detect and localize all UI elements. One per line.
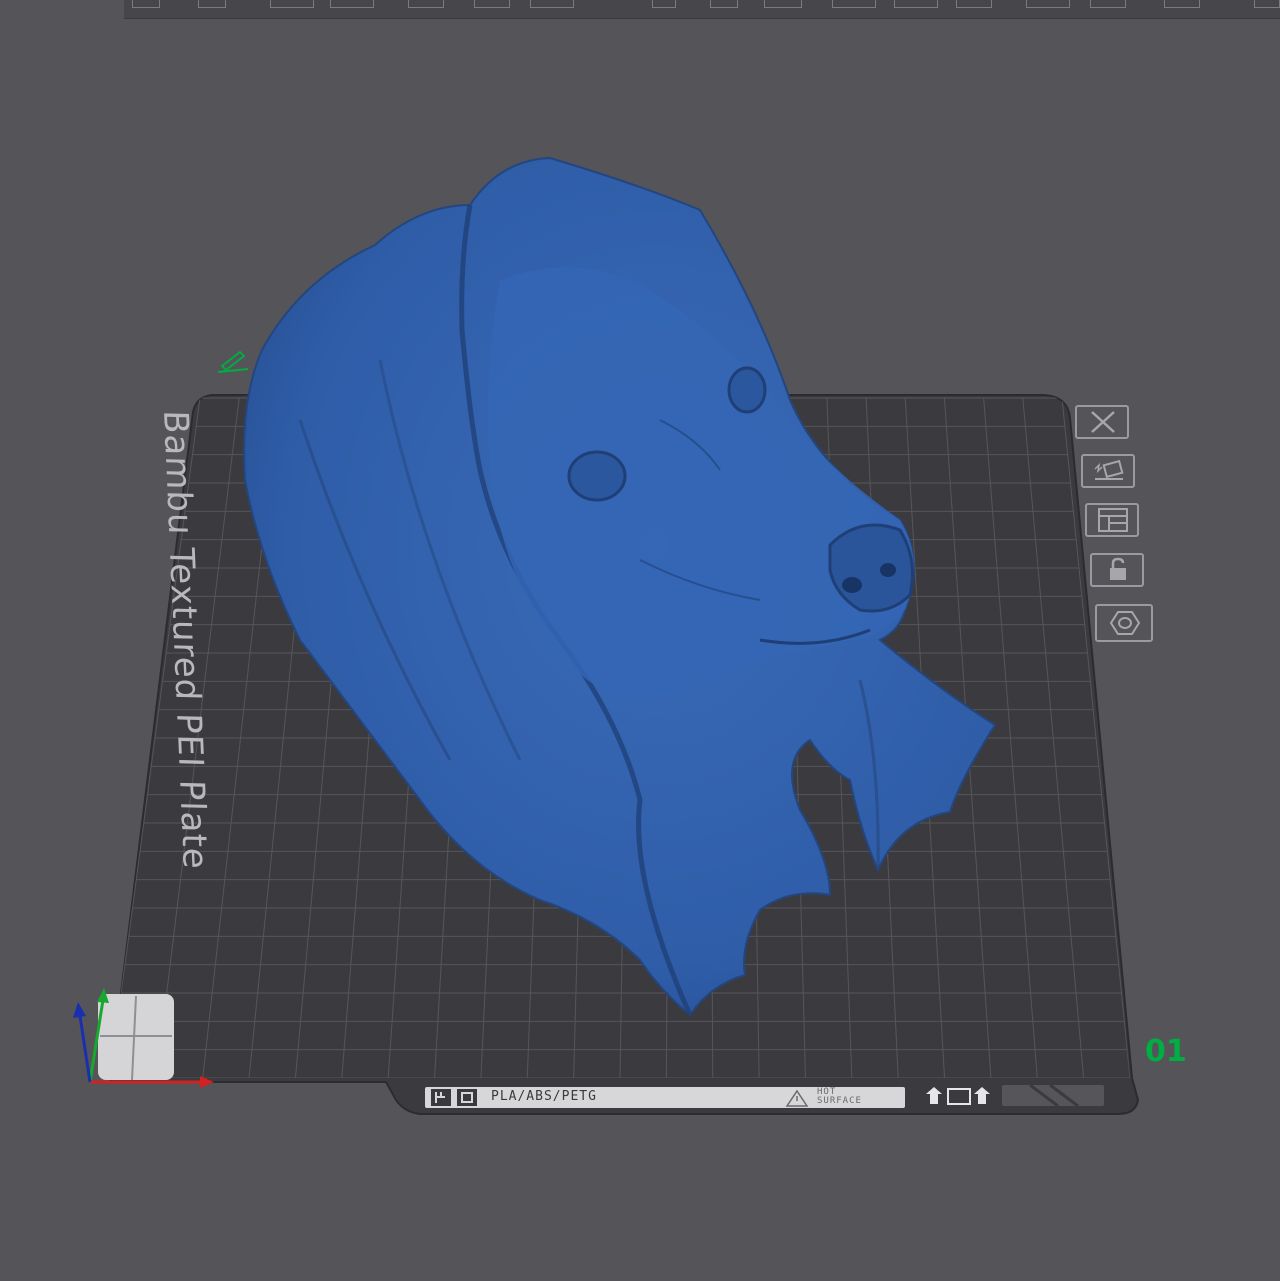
lock-icon [1110, 557, 1126, 580]
plate-number[interactable]: 01 [1145, 1034, 1187, 1069]
delete-plate-button[interactable] [1075, 405, 1129, 439]
plate-logo-icon [431, 1089, 477, 1106]
plate-settings-button[interactable] [1095, 604, 1153, 642]
arrange-icon [1098, 508, 1128, 532]
plate-info-strip: PLA/ABS/PETG HOT SURFACE [425, 1087, 905, 1108]
lock-plate-button[interactable] [1090, 553, 1144, 587]
auto-orient-icon [1094, 459, 1124, 480]
auto-arrange-button[interactable] [1081, 454, 1135, 488]
edit-icon[interactable] [217, 350, 249, 373]
filament-compat-text: PLA/ABS/PETG [491, 1089, 597, 1104]
gear-icon [1109, 611, 1141, 635]
warning-icon [785, 1089, 809, 1107]
close-icon [1091, 411, 1115, 433]
arrange-button[interactable] [1085, 503, 1139, 537]
hot-surface-text: HOT SURFACE [817, 1087, 862, 1106]
